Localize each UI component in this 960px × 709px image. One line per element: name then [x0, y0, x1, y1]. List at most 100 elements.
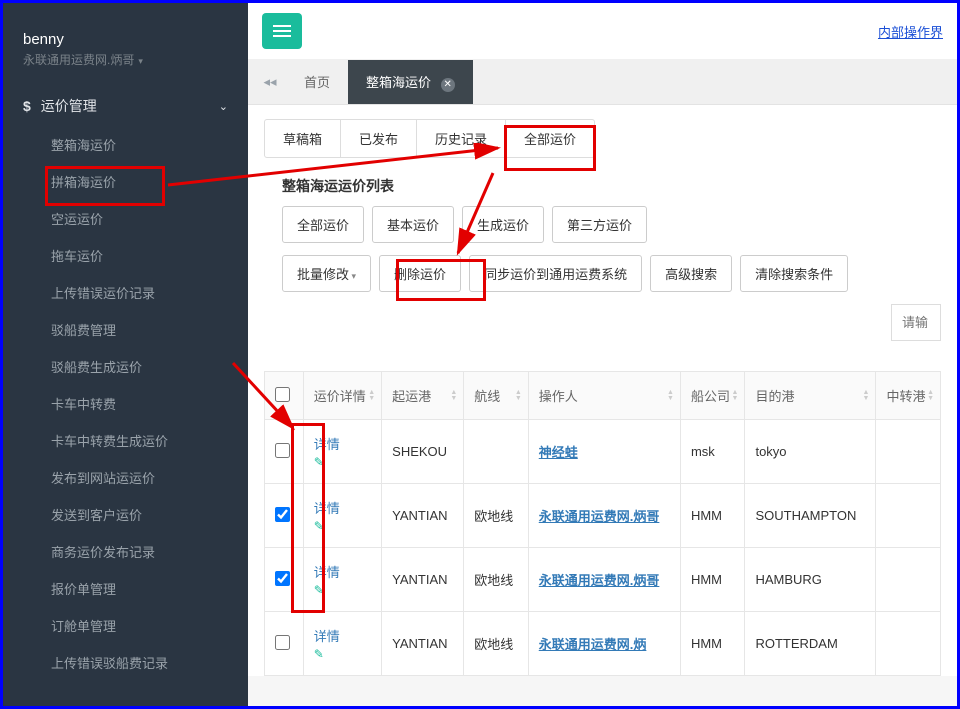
cell-route: [464, 420, 529, 484]
row-checkbox[interactable]: [275, 635, 290, 650]
cell-transit: [876, 420, 941, 484]
cell-origin: SHEKOU: [382, 420, 464, 484]
cell-origin: YANTIAN: [382, 548, 464, 612]
tab-fcl-price[interactable]: 整箱海运价 ✕: [348, 60, 473, 104]
sidebar-item-11[interactable]: 商务运价发布记录: [3, 533, 248, 570]
operator-link[interactable]: 永联通用运费网.炳: [539, 637, 647, 652]
sidebar-item-7[interactable]: 卡车中转费: [3, 385, 248, 422]
internal-ops-link[interactable]: 内部操作界: [878, 22, 943, 41]
detail-link[interactable]: 详情: [314, 501, 340, 516]
subtab-2[interactable]: 历史记录: [417, 120, 506, 157]
page-tabs: ◂◂ 首页 整箱海运价 ✕: [248, 59, 957, 105]
top-bar: 内部操作界: [248, 3, 957, 59]
col-5[interactable]: 船公司▲▼: [680, 372, 745, 420]
tab-home[interactable]: 首页: [286, 60, 348, 103]
operator-link[interactable]: 永联通用运费网.炳哥: [539, 573, 660, 588]
cell-route: 欧地线: [464, 548, 529, 612]
sidebar-item-9[interactable]: 发布到网站运运价: [3, 459, 248, 496]
sidebar-item-2[interactable]: 空运运价: [3, 200, 248, 237]
cell-carrier: HMM: [680, 548, 745, 612]
close-icon[interactable]: ✕: [441, 78, 455, 92]
edit-icon[interactable]: ✎: [314, 519, 371, 533]
sort-icon: ▲▼: [450, 390, 457, 402]
detail-link[interactable]: 详情: [314, 437, 340, 452]
col-6[interactable]: 目的港▲▼: [745, 372, 876, 420]
sidebar-item-8[interactable]: 卡车中转费生成运价: [3, 422, 248, 459]
sort-icon: ▲▼: [927, 390, 934, 402]
user-name: benny: [23, 31, 228, 48]
cell-origin: YANTIAN: [382, 612, 464, 676]
subtab-3[interactable]: 全部运价: [506, 120, 594, 157]
col-3[interactable]: 航线▲▼: [464, 372, 529, 420]
cell-carrier: HMM: [680, 484, 745, 548]
sidebar-item-4[interactable]: 上传错误运价记录: [3, 274, 248, 311]
cell-dest: SOUTHAMPTON: [745, 484, 876, 548]
filter-btn-1[interactable]: 基本运价: [372, 206, 454, 243]
detail-link[interactable]: 详情: [314, 629, 340, 644]
col-2[interactable]: 起运港▲▼: [382, 372, 464, 420]
sidebar-item-6[interactable]: 驳船费生成运价: [3, 348, 248, 385]
filter-btn-0[interactable]: 全部运价: [282, 206, 364, 243]
sidebar-item-0[interactable]: 整箱海运价: [3, 126, 248, 163]
filter-row: 全部运价基本运价生成运价第三方运价: [282, 206, 941, 243]
cell-transit: [876, 612, 941, 676]
filter-btn-3[interactable]: 第三方运价: [552, 206, 647, 243]
edit-icon[interactable]: ✎: [314, 647, 371, 661]
cell-carrier: HMM: [680, 612, 745, 676]
sidebar-item-5[interactable]: 驳船费管理: [3, 311, 248, 348]
sort-icon: ▲▼: [368, 390, 375, 402]
user-box[interactable]: benny 永联通用运费网.炳哥: [3, 3, 248, 86]
nav-section-pricing[interactable]: 运价管理 ⌄: [3, 86, 248, 126]
detail-link[interactable]: 详情: [314, 565, 340, 580]
section-title: 整箱海运运价列表: [282, 176, 941, 196]
row-checkbox[interactable]: [275, 443, 290, 458]
cell-route: 欧地线: [464, 484, 529, 548]
table-row: 详情✎SHEKOU神经蛙msktokyo: [265, 420, 941, 484]
sub-tabs: 草稿箱已发布历史记录全部运价: [264, 119, 595, 158]
sidebar-item-10[interactable]: 发送到客户运价: [3, 496, 248, 533]
clear-search-button[interactable]: 清除搜索条件: [740, 255, 848, 292]
operator-link[interactable]: 永联通用运费网.炳哥: [539, 509, 660, 524]
sidebar: benny 永联通用运费网.炳哥 运价管理 ⌄ 整箱海运价拼箱海运价空运运价拖车…: [3, 3, 248, 706]
cell-transit: [876, 484, 941, 548]
sort-icon: ▲▼: [732, 390, 739, 402]
content: 草稿箱已发布历史记录全部运价 整箱海运运价列表 全部运价基本运价生成运价第三方运…: [248, 105, 957, 676]
batch-edit-button[interactable]: 批量修改: [282, 255, 371, 292]
filter-btn-2[interactable]: 生成运价: [462, 206, 544, 243]
sidebar-item-1[interactable]: 拼箱海运价: [3, 163, 248, 200]
sidebar-item-12[interactable]: 报价单管理: [3, 570, 248, 607]
sort-icon: ▲▼: [515, 390, 522, 402]
cell-dest: HAMBURG: [745, 548, 876, 612]
col-1[interactable]: 运价详情▲▼: [303, 372, 381, 420]
price-table: 运价详情▲▼起运港▲▼航线▲▼操作人▲▼船公司▲▼目的港▲▼中转港▲▼ 详情 ✎ S…: [264, 371, 941, 676]
sidebar-item-13[interactable]: 订舱单管理: [3, 607, 248, 644]
col-4[interactable]: 操作人▲▼: [528, 372, 680, 420]
sort-icon: ▲▼: [863, 390, 870, 402]
advanced-search-button[interactable]: 高级搜索: [650, 255, 732, 292]
cell-route: 欧地线: [464, 612, 529, 676]
tabs-back-icon[interactable]: ◂◂: [254, 74, 286, 90]
select-all-checkbox[interactable]: [275, 387, 290, 402]
subtab-0[interactable]: 草稿箱: [265, 120, 341, 157]
sync-button[interactable]: 同步运价到通用运费系统: [469, 255, 642, 292]
hamburger-button[interactable]: [262, 13, 302, 49]
subtab-1[interactable]: 已发布: [341, 120, 417, 157]
row-checkbox[interactable]: [275, 571, 290, 586]
table-row: 详情✎YANTIAN欧地线永联通用运费网.炳HMMROTTERDAM: [265, 612, 941, 676]
sidebar-item-3[interactable]: 拖车运价: [3, 237, 248, 274]
cell-transit: [876, 548, 941, 612]
operator-link[interactable]: 神经蛙: [539, 445, 578, 460]
search-input[interactable]: [891, 304, 941, 341]
col-0: [265, 372, 304, 420]
user-sub: 永联通用运费网.炳哥: [23, 51, 228, 68]
edit-icon[interactable]: ✎: [314, 583, 371, 597]
sort-icon: ▲▼: [667, 390, 674, 402]
delete-price-button[interactable]: 删除运价: [379, 255, 461, 292]
edit-icon[interactable]: ✎: [314, 455, 371, 469]
row-checkbox[interactable]: [275, 507, 290, 522]
table-row: 详情✎YANTIAN欧地线永联通用运费网.炳哥HMMSOUTHAMPTON: [265, 484, 941, 548]
chevron-down-icon: ⌄: [219, 100, 228, 113]
col-7[interactable]: 中转港▲▼: [876, 372, 941, 420]
table-row: 详情 ✎ YANTIAN欧地线永联通用运费网.炳哥 HMMHAMBURG: [265, 548, 941, 612]
sidebar-item-14[interactable]: 上传错误驳船费记录: [3, 644, 248, 681]
